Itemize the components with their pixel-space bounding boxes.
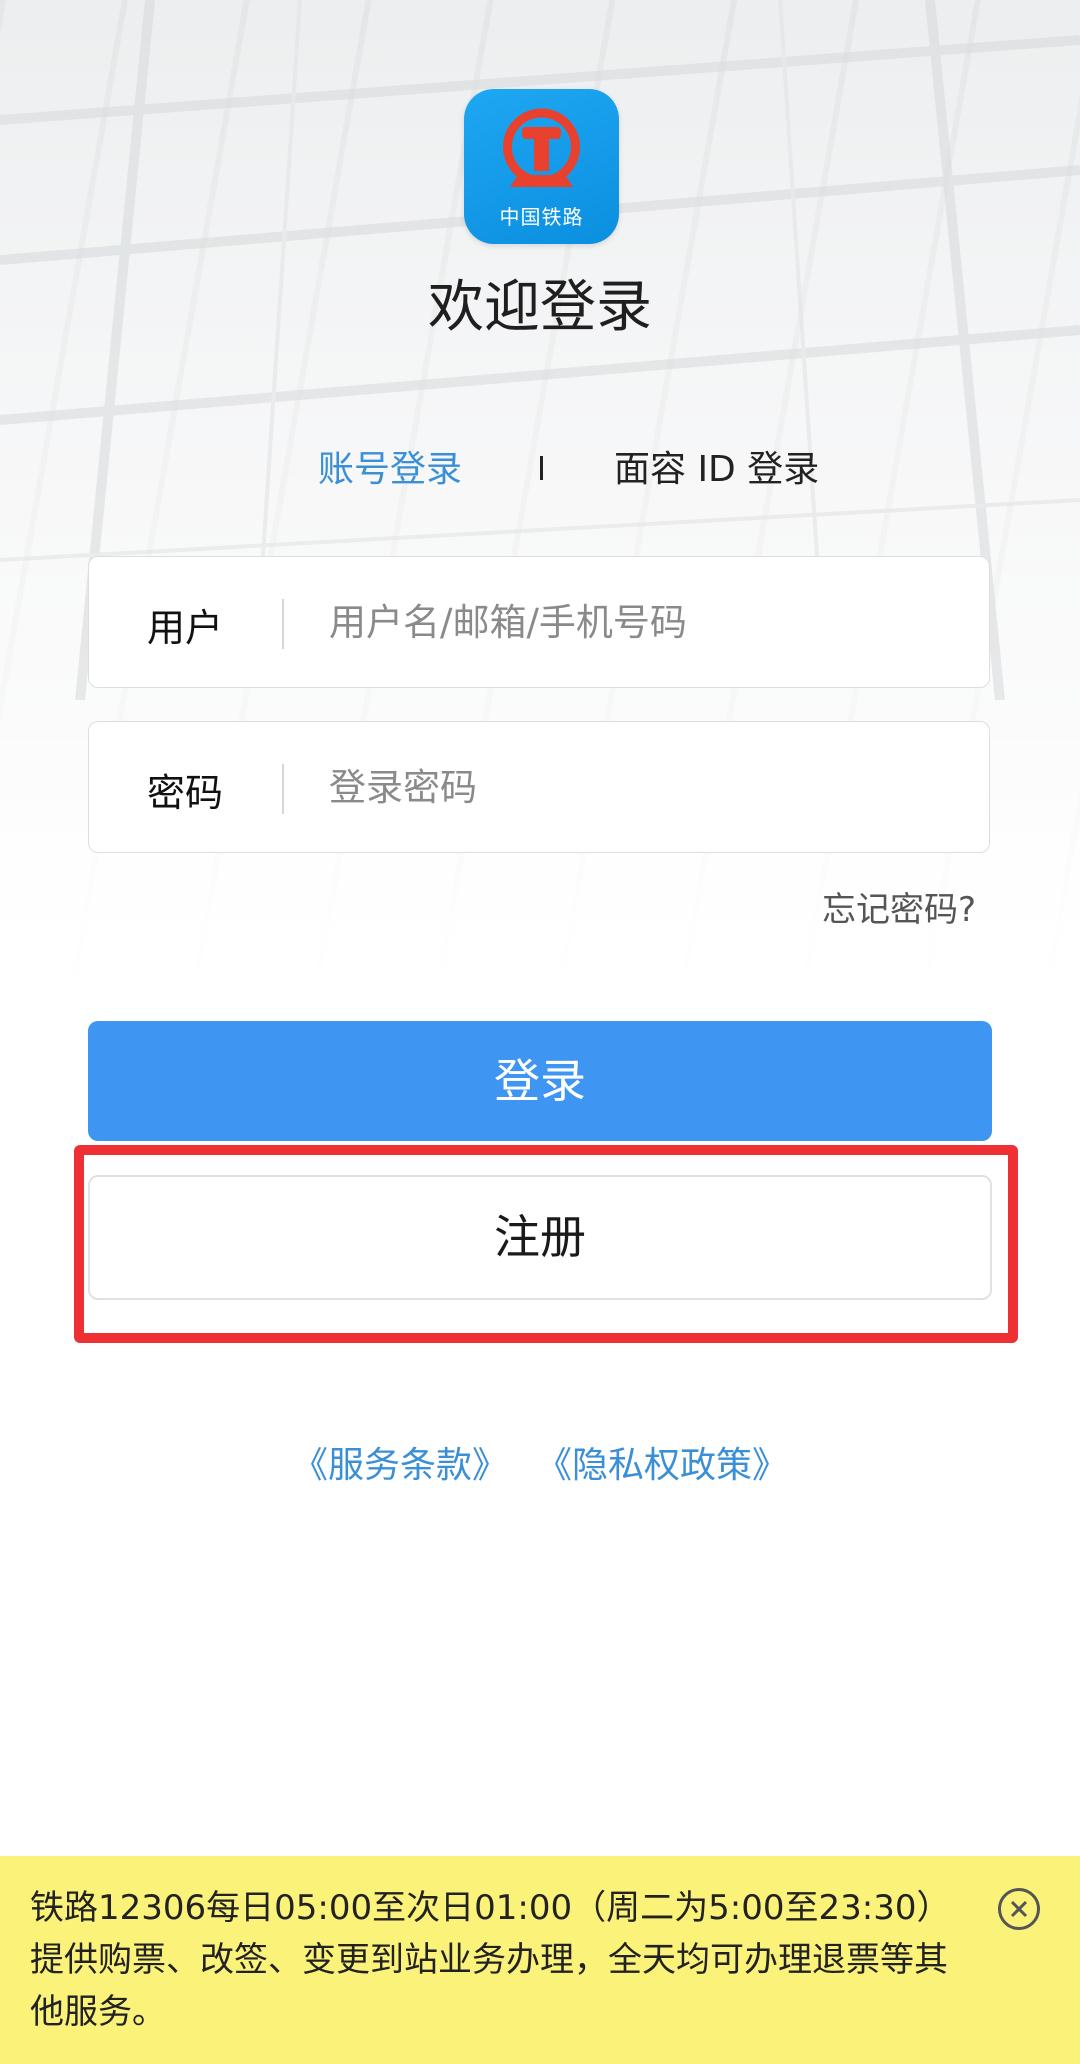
field-divider xyxy=(282,764,284,814)
logo-text: 中国铁路 xyxy=(499,205,584,229)
field-divider xyxy=(282,599,284,649)
password-label: 密码 xyxy=(147,771,224,815)
login-method-tabs: 账号登录 面容 ID 登录 xyxy=(0,440,1080,490)
tab-face-id-login[interactable]: 面容 ID 登录 xyxy=(614,440,819,492)
close-circle-icon[interactable] xyxy=(998,1888,1040,1930)
username-label: 用户 xyxy=(147,606,224,650)
notice-text: 铁路12306每日05:00至次日01:00（周二为5:00至23:30）提供购… xyxy=(30,1888,951,2032)
service-notice-banner: 铁路12306每日05:00至次日01:00（周二为5:00至23:30）提供购… xyxy=(0,1856,1080,2064)
page-title: 欢迎登录 xyxy=(428,275,652,340)
terms-of-service-link[interactable]: 《服务条款》 xyxy=(292,1445,508,1486)
highlight-annotation xyxy=(74,1145,1018,1343)
tab-divider xyxy=(540,456,543,480)
policy-links: 《服务条款》 《隐私权政策》 xyxy=(0,1436,1080,1488)
password-field[interactable]: 密码 xyxy=(88,721,990,853)
privacy-policy-link[interactable]: 《隐私权政策》 xyxy=(536,1445,788,1486)
username-input[interactable] xyxy=(329,587,949,657)
forgot-password-link[interactable]: 忘记密码? xyxy=(822,882,976,931)
password-input[interactable] xyxy=(329,752,949,822)
app-logo: 中国铁路 xyxy=(464,89,619,244)
login-button[interactable]: 登录 xyxy=(88,1021,992,1141)
username-field[interactable]: 用户 xyxy=(88,556,990,688)
tab-account-login[interactable]: 账号登录 xyxy=(318,440,462,492)
